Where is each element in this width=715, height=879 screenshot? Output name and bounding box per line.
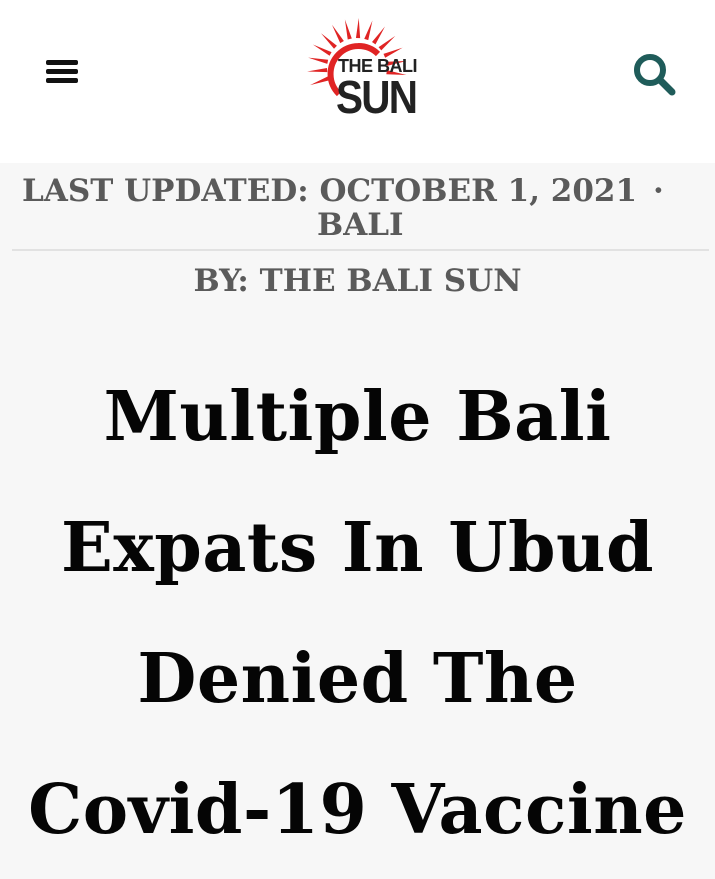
site-logo[interactable]: THE BALI SUN bbox=[292, 14, 422, 134]
meta-separator: · bbox=[653, 173, 664, 209]
hamburger-menu-icon-bar bbox=[46, 69, 78, 74]
magnifying-glass-icon bbox=[634, 54, 676, 96]
meta-divider bbox=[12, 249, 709, 251]
author-byline[interactable]: BY: THE BALI SUN bbox=[0, 263, 715, 299]
article-title-line: Denied The bbox=[137, 639, 578, 719]
article-title-line: Expats In Ubud bbox=[60, 508, 655, 588]
article-title-line: Multiple Bali bbox=[103, 377, 612, 457]
site-header: THE BALI SUN bbox=[0, 0, 715, 163]
article-title: Multiple Bali Expats In Ubud Denied The … bbox=[0, 352, 715, 876]
hamburger-menu-icon bbox=[46, 60, 78, 65]
article-title-line: Covid-19 Vaccine bbox=[28, 770, 687, 850]
category-link[interactable]: BALI bbox=[317, 208, 404, 242]
menu-button[interactable] bbox=[46, 58, 80, 86]
last-updated-date: LAST UPDATED: OCTOBER 1, 2021 bbox=[22, 173, 638, 209]
hamburger-menu-icon-bar bbox=[46, 78, 78, 83]
logo-text-bottom: SUN bbox=[336, 71, 418, 123]
search-button[interactable] bbox=[630, 50, 678, 98]
